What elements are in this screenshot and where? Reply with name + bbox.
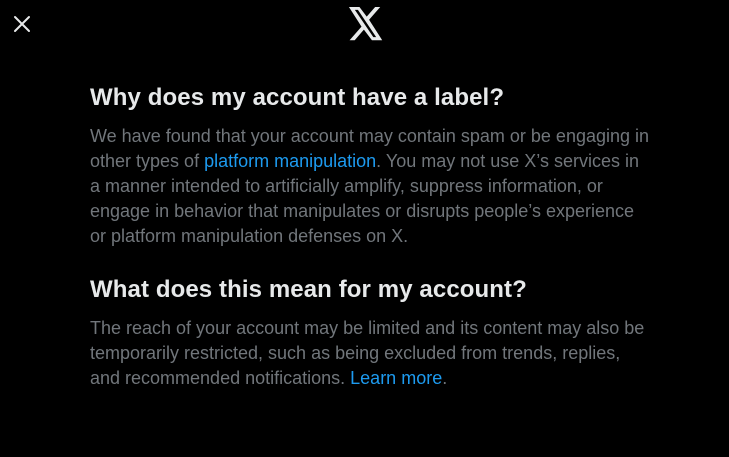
section-body-what-it-means: The reach of your account may be limited… <box>90 316 650 391</box>
body-text: . <box>442 368 448 388</box>
section-body-why-label: We have found that your account may cont… <box>90 124 650 249</box>
platform-manipulation-link[interactable]: platform manipulation <box>204 151 376 171</box>
x-logo-icon <box>348 7 383 41</box>
learn-more-link[interactable]: Learn more <box>350 368 442 388</box>
label-info-dialog: Why does my account have a label? We hav… <box>0 0 729 457</box>
close-button[interactable] <box>4 6 40 42</box>
dialog-content: Why does my account have a label? We hav… <box>90 82 650 391</box>
section-heading-what-it-means: What does this mean for my account? <box>90 276 527 303</box>
close-icon <box>14 16 30 32</box>
section-heading-why-label: Why does my account have a label? <box>90 84 505 111</box>
